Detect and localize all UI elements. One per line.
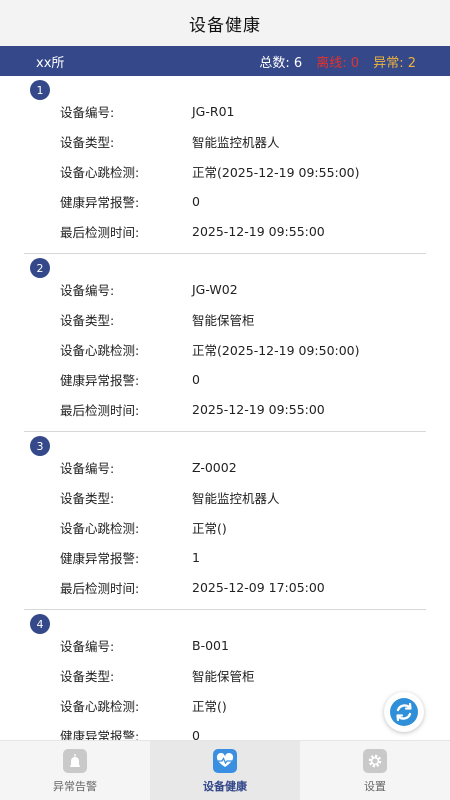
- heartbeat-row: 设备心跳检测: 正常(2025-12-19 09:50:00): [24, 334, 426, 364]
- device-list[interactable]: 1 设备编号: JG-R01 设备类型: 智能监控机器人 设备心跳检测: 正常(202…: [0, 76, 450, 740]
- device-type-value: 智能监控机器人: [192, 490, 280, 506]
- device-code-value: B-001: [192, 637, 229, 653]
- refresh-button[interactable]: [384, 692, 424, 732]
- alarm-row: 健康异常报警: 0: [24, 720, 426, 741]
- bottom-tab-bar: 异常告警 设备健康 设置: [0, 740, 450, 800]
- heartbeat-label: 设备心跳检测:: [60, 520, 140, 536]
- alarm-value: 0: [192, 371, 200, 387]
- device-code-row: 设备编号: Z-0002: [24, 452, 426, 482]
- tab-settings-label: 设置: [364, 779, 386, 793]
- tab-device-health[interactable]: 设备健康: [150, 741, 300, 800]
- heartbeat-row: 设备心跳检测: 正常(): [24, 512, 426, 542]
- device-code-row: 设备编号: B-001: [24, 630, 426, 660]
- heartbeat-value: 正常(): [192, 520, 227, 536]
- tab-device-health-label: 设备健康: [203, 779, 247, 793]
- location-label: xx所: [36, 55, 65, 71]
- heartbeat-row: 设备心跳检测: 正常(2025-12-19 09:55:00): [24, 156, 426, 186]
- device-card[interactable]: 2 设备编号: JG-W02 设备类型: 智能保管柜 设备心跳检测: 正常(2025-…: [24, 254, 426, 432]
- heartbeat-label: 设备心跳检测:: [60, 698, 140, 714]
- device-card[interactable]: 3 设备编号: Z-0002 设备类型: 智能监控机器人 设备心跳检测: 正常() 健…: [24, 432, 426, 610]
- device-code-value: Z-0002: [192, 459, 237, 475]
- device-code-label: 设备编号:: [60, 460, 115, 476]
- summary-stats: 总数: 6 离线: 0 异常: 2: [249, 52, 416, 71]
- device-code-label: 设备编号:: [60, 104, 115, 120]
- alarm-label: 健康异常报警:: [60, 194, 140, 210]
- alarm-label: 健康异常报警:: [60, 372, 140, 388]
- device-card[interactable]: 4 设备编号: B-001 设备类型: 智能保管柜 设备心跳检测: 正常() 健康异常…: [24, 610, 426, 740]
- last-check-value: 2025-12-19 09:55:00: [192, 401, 325, 417]
- gear-icon: [363, 748, 387, 773]
- device-card[interactable]: 1 设备编号: JG-R01 设备类型: 智能监控机器人 设备心跳检测: 正常(202…: [24, 76, 426, 254]
- total-count: 总数: 6: [259, 55, 303, 71]
- alarm-value: 0: [192, 727, 200, 741]
- heartbeat-label: 设备心跳检测:: [60, 164, 140, 180]
- alarm-row: 健康异常报警: 1: [24, 542, 426, 572]
- device-type-row: 设备类型: 智能保管柜: [24, 660, 426, 690]
- device-code-label: 设备编号:: [60, 282, 115, 298]
- last-check-value: 2025-12-09 17:05:00: [192, 579, 325, 595]
- device-code-row: 设备编号: JG-R01: [24, 96, 426, 126]
- alarm-row: 健康异常报警: 0: [24, 186, 426, 216]
- device-type-value: 智能监控机器人: [192, 134, 280, 150]
- device-type-row: 设备类型: 智能监控机器人: [24, 126, 426, 156]
- device-type-label: 设备类型:: [60, 668, 115, 684]
- heartbeat-value: 正常(2025-12-19 09:50:00): [192, 342, 360, 358]
- page-title: 设备健康: [189, 15, 261, 36]
- device-code-value: JG-R01: [192, 103, 235, 119]
- offline-count: 离线: 0: [316, 55, 360, 71]
- last-check-row: 最后检测时间: 2025-12-09 17:05:00: [24, 572, 426, 602]
- refresh-icon: [390, 698, 418, 726]
- device-type-label: 设备类型:: [60, 134, 115, 150]
- last-check-label: 最后检测时间:: [60, 580, 140, 596]
- device-type-value: 智能保管柜: [192, 668, 255, 684]
- heartbeat-label: 设备心跳检测:: [60, 342, 140, 358]
- device-type-label: 设备类型:: [60, 490, 115, 506]
- last-check-value: 2025-12-19 09:55:00: [192, 223, 325, 239]
- device-code-value: JG-W02: [192, 281, 238, 297]
- device-code-row: 设备编号: JG-W02: [24, 274, 426, 304]
- device-type-row: 设备类型: 智能保管柜: [24, 304, 426, 334]
- tab-settings[interactable]: 设置: [300, 741, 450, 800]
- heartbeat-value: 正常(): [192, 698, 227, 714]
- heartbeat-row: 设备心跳检测: 正常(): [24, 690, 426, 720]
- heartbeat-value: 正常(2025-12-19 09:55:00): [192, 164, 360, 180]
- alarm-value: 0: [192, 193, 200, 209]
- abnormal-count: 异常: 2: [373, 55, 416, 71]
- alarm-label: 健康异常报警:: [60, 728, 140, 741]
- device-type-label: 设备类型:: [60, 312, 115, 328]
- alarm-icon: [63, 748, 87, 773]
- device-code-label: 设备编号:: [60, 638, 115, 654]
- device-type-value: 智能保管柜: [192, 312, 255, 328]
- tab-alarms[interactable]: 异常告警: [0, 741, 150, 800]
- last-check-label: 最后检测时间:: [60, 224, 140, 240]
- last-check-label: 最后检测时间:: [60, 402, 140, 418]
- tab-alarms-label: 异常告警: [53, 779, 97, 793]
- summary-bar: xx所 总数: 6 离线: 0 异常: 2: [0, 46, 450, 76]
- title-bar: 设备健康: [0, 0, 450, 46]
- last-check-row: 最后检测时间: 2025-12-19 09:55:00: [24, 394, 426, 424]
- alarm-label: 健康异常报警:: [60, 550, 140, 566]
- heart-monitor-icon: [213, 748, 237, 773]
- alarm-value: 1: [192, 549, 200, 565]
- device-type-row: 设备类型: 智能监控机器人: [24, 482, 426, 512]
- last-check-row: 最后检测时间: 2025-12-19 09:55:00: [24, 216, 426, 246]
- alarm-row: 健康异常报警: 0: [24, 364, 426, 394]
